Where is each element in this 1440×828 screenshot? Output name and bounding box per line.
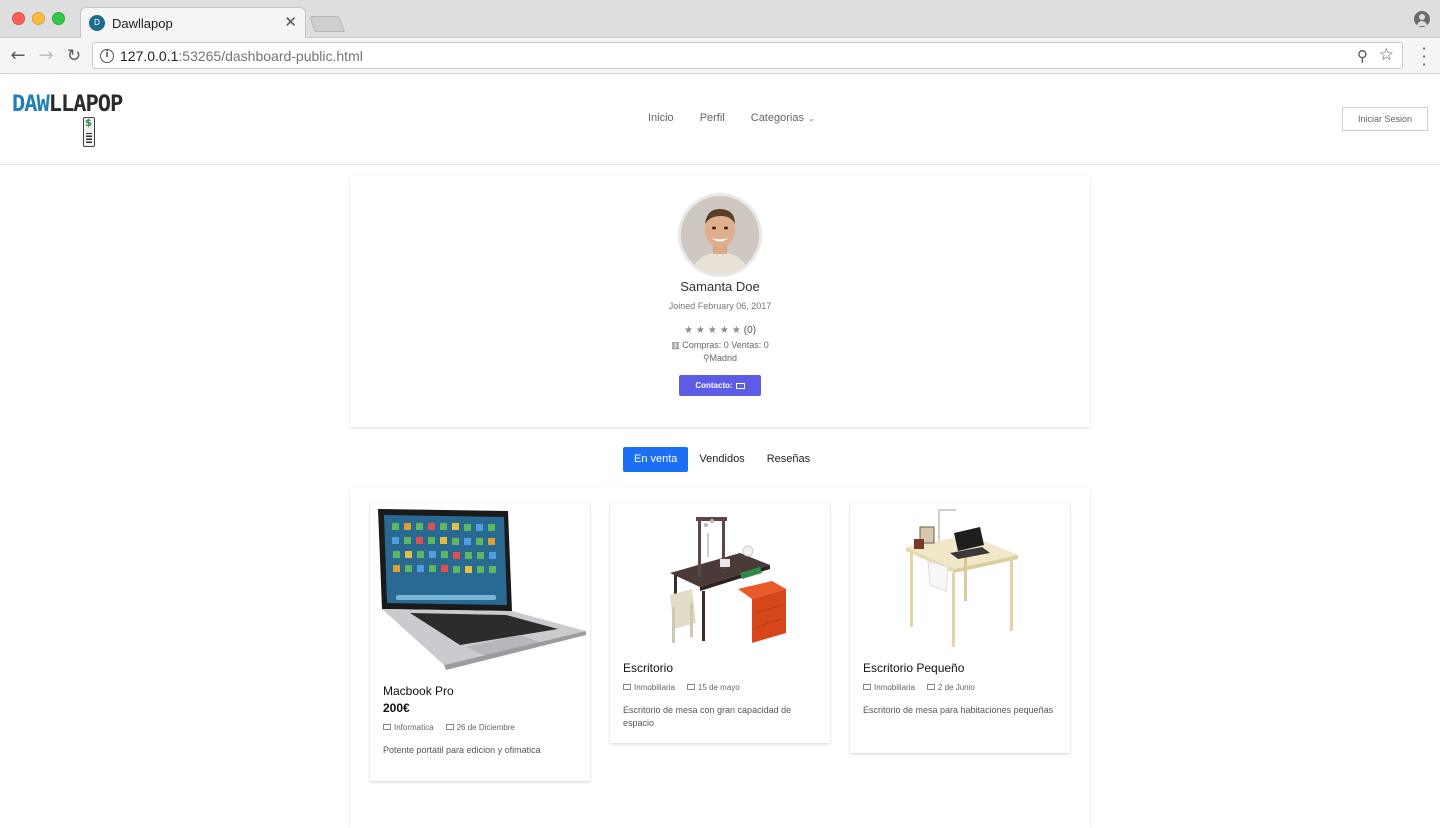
main-nav: Inicio Perfil Categorias ⌄	[648, 112, 815, 124]
stats-text: Compras: 0 Ventas: 0	[682, 340, 769, 350]
new-tab-button[interactable]	[309, 16, 345, 32]
product-meta: Inmobiliaria 15 de mayo	[623, 683, 740, 692]
browser-tab[interactable]: D Dawllapop ✕	[80, 7, 306, 39]
nav-categorias-label: Categorias	[750, 112, 804, 124]
product-description: Escritorio de mesa con gran capacidad de…	[623, 705, 792, 728]
profile-joined-date: Joined February 06, 2017	[668, 301, 772, 311]
info-icon[interactable]: i	[100, 49, 114, 63]
product-date: 15 de mayo	[697, 683, 740, 692]
product-image-laptop	[378, 509, 586, 670]
calendar-icon	[686, 684, 695, 690]
product-card[interactable]: Macbook Pro 200€ Informatica 26 de Diciem…	[370, 503, 590, 781]
folder-icon	[863, 684, 871, 690]
login-button[interactable]: Iniciar Sesion	[1342, 107, 1428, 131]
product-meta: Inmobiliaria 2 de Junio	[863, 683, 975, 692]
site-logo[interactable]: DAWLLAPOP	[12, 92, 123, 148]
calendar-icon	[926, 684, 935, 690]
product-image-small-desk	[906, 509, 1018, 647]
site-header: DAWLLAPOP Inicio Perfil Categorias⌄ Inic…	[0, 75, 1440, 165]
product-title[interactable]: Escritorio	[623, 661, 673, 675]
tab-resenas[interactable]: Reseñas	[756, 447, 821, 472]
laptop-icon	[383, 724, 391, 730]
calendar-icon	[445, 724, 454, 730]
products-panel: Macbook Pro 200€ Informatica 26 de Diciem…	[350, 488, 1090, 828]
bookmark-star-icon[interactable]: ☆	[1379, 45, 1394, 65]
url-input[interactable]: i 127.0.0.1:53265/dashboard-public.html …	[92, 42, 1403, 69]
product-price: 200€	[383, 701, 410, 715]
logo-text: DAWLLAPOP	[12, 92, 123, 117]
back-arrow-icon[interactable]: ←	[6, 44, 30, 68]
product-date: 2 de Junio	[937, 683, 975, 692]
folder-icon	[623, 684, 631, 690]
profile-rating: ★★★★★(0)	[350, 325, 1090, 336]
reload-icon[interactable]: ↻	[62, 44, 86, 68]
avatar-portrait	[681, 196, 759, 274]
product-card[interactable]: Escritorio Inmobiliaria 15 de mayo Escrit…	[610, 503, 830, 743]
nav-perfil[interactable]: Perfil	[700, 112, 725, 124]
contact-label: Contacto:	[695, 381, 733, 390]
avatar	[678, 193, 762, 277]
browser-tab-strip: D Dawllapop ✕	[0, 0, 1440, 39]
price-tag-icon	[83, 117, 95, 147]
nav-inicio[interactable]: Inicio	[648, 112, 674, 124]
url-text: 127.0.0.1:53265/dashboard-public.html	[120, 48, 363, 64]
profile-tabs: En venta Vendidos Reseñas	[623, 447, 821, 472]
nav-categorias[interactable]: Categorias ⌄	[751, 112, 815, 124]
product-category: Informatica	[394, 723, 434, 732]
profile-card: Samanta Doe Joined February 06, 2017 ★★★…	[350, 176, 1090, 427]
product-description: Potente portatil para edicion y ofimatic…	[383, 745, 541, 755]
location-text: Madrid	[709, 353, 738, 363]
rating-count: (0)	[743, 325, 757, 336]
address-toolbar: ← → ↻ i 127.0.0.1:53265/dashboard-public…	[0, 38, 1440, 74]
product-date: 26 de Diciembre	[456, 723, 515, 732]
bar-chart-icon: ▥	[671, 340, 683, 350]
close-icon[interactable]: ✕	[284, 13, 297, 31]
profile-name: Samanta Doe	[680, 279, 760, 294]
logo-text-b: LLAPOP	[48, 92, 123, 117]
logo-text-a: DAW	[12, 92, 50, 117]
window-minimize-button[interactable]	[32, 12, 45, 25]
map-pin-icon: ⚲	[702, 353, 710, 363]
product-title[interactable]: Macbook Pro	[383, 684, 454, 698]
browser-menu-icon[interactable]: · · ·	[1420, 41, 1428, 73]
product-meta: Informatica 26 de Diciembre	[383, 723, 515, 732]
window-close-button[interactable]	[12, 12, 25, 25]
chevron-down-icon: ⌄	[807, 114, 815, 123]
contact-button[interactable]: Contacto:	[679, 375, 761, 396]
product-category: Inmobiliaria	[634, 683, 675, 692]
contact-card-icon	[735, 383, 745, 389]
favicon-icon: D	[89, 15, 105, 31]
product-image-desk	[670, 517, 786, 643]
window-maximize-button[interactable]	[52, 12, 65, 25]
user-account-icon[interactable]	[1414, 11, 1430, 27]
rating-stars-icon: ★★★★★	[683, 325, 744, 336]
zoom-icon[interactable]: ⚲	[1357, 47, 1368, 65]
profile-stats: ▥ Compras: 0 Ventas: 0	[350, 340, 1090, 351]
product-category: Inmobiliaria	[874, 683, 915, 692]
tab-vendidos[interactable]: Vendidos	[688, 447, 755, 472]
product-card[interactable]: Escritorio Pequeño Inmobiliaria 2 de Juni…	[850, 503, 1070, 753]
tab-en-venta[interactable]: En venta	[623, 447, 689, 472]
profile-location: ⚲Madrid	[350, 353, 1090, 364]
forward-arrow-icon[interactable]: →	[34, 44, 58, 68]
tab-title: Dawllapop	[112, 16, 173, 31]
url-path: :53265/dashboard-public.html	[178, 48, 363, 64]
product-title[interactable]: Escritorio Pequeño	[863, 661, 964, 675]
product-description: Escritorio de mesa para habitaciones peq…	[863, 705, 1054, 715]
url-host: 127.0.0.1	[120, 48, 179, 64]
